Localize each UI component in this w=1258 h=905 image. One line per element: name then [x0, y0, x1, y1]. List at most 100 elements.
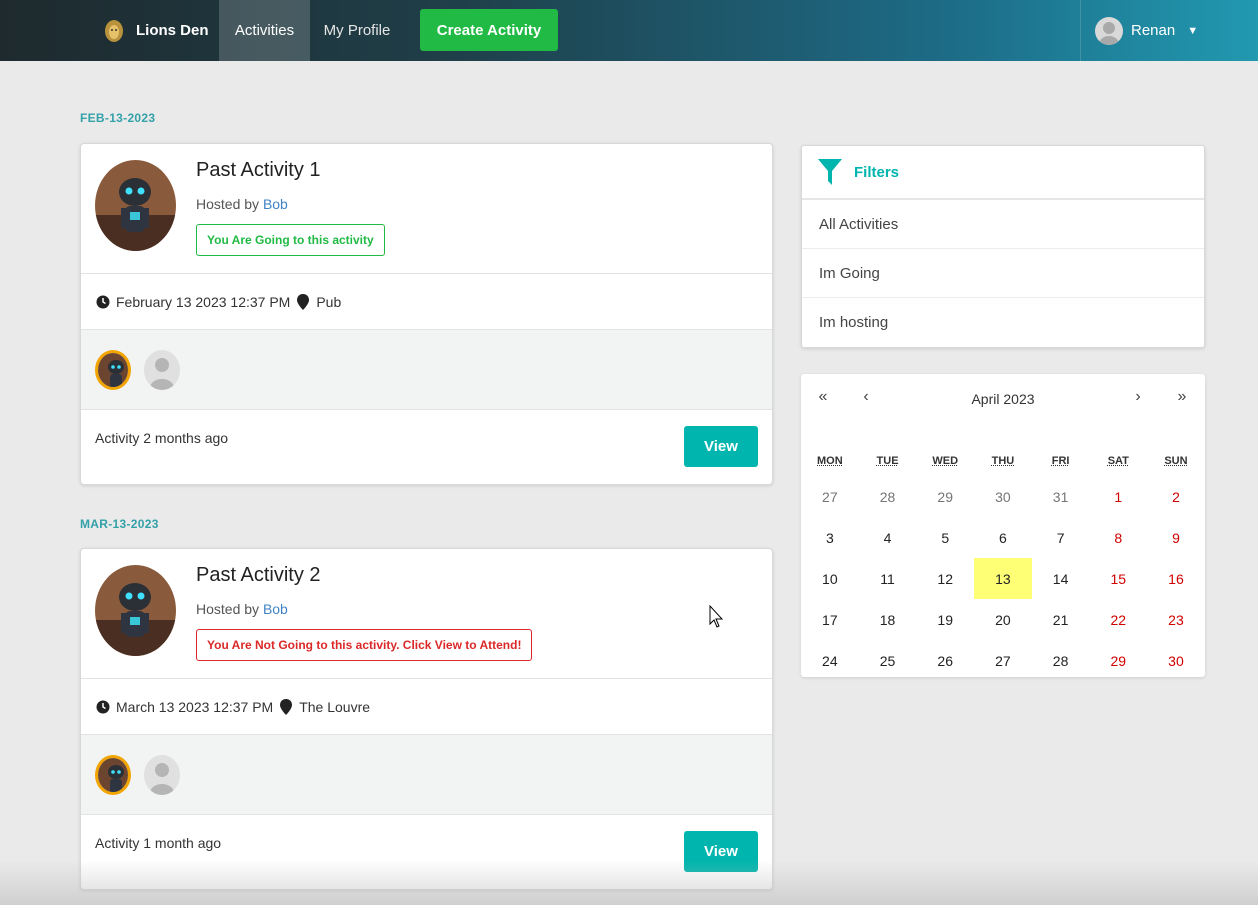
attendee-list: [81, 735, 772, 815]
calendar-day[interactable]: 20: [974, 599, 1032, 640]
filter-im-going[interactable]: Im Going: [802, 249, 1204, 298]
calendar-week: 10 11 12 13 14 15 16: [801, 558, 1205, 599]
calendar-day[interactable]: 13: [974, 558, 1032, 599]
activity-meta: March 13 2023 12:37 PM The Louvre: [81, 679, 772, 735]
weekday-label: FRI: [1051, 455, 1070, 467]
hosted-by-label: Hosted by: [196, 601, 260, 617]
activity-datetime: March 13 2023 12:37 PM: [116, 698, 274, 715]
nav-my-profile[interactable]: My Profile: [310, 0, 404, 61]
calendar-day[interactable]: 27: [801, 476, 859, 517]
calendar-day[interactable]: 2: [1147, 476, 1205, 517]
date-header: FEB-13-2023: [80, 111, 156, 125]
calendar-day[interactable]: 28: [859, 476, 917, 517]
status-badge: You Are Going to this activity: [196, 224, 385, 256]
filter-im-hosting[interactable]: Im hosting: [802, 298, 1204, 347]
brand-link[interactable]: Lions Den: [100, 0, 219, 61]
filters-title: Filters: [854, 163, 900, 181]
calendar-day[interactable]: 8: [1089, 517, 1147, 558]
calendar-day[interactable]: 11: [859, 558, 917, 599]
activity-host-image[interactable]: [95, 565, 176, 656]
calendar-day[interactable]: 19: [916, 599, 974, 640]
activity-card: Past Activity 2 Hosted by Bob You Are No…: [80, 548, 773, 890]
robot-avatar-image: [95, 565, 176, 656]
calendar-week: 24 25 26 27 28 29 30: [801, 640, 1205, 681]
calendar-day[interactable]: 27: [974, 640, 1032, 681]
status-badge: You Are Not Going to this activity. Clic…: [196, 629, 533, 661]
calendar-day[interactable]: 26: [916, 640, 974, 681]
mouse-cursor-icon: [709, 605, 723, 628]
calendar-day[interactable]: 6: [974, 517, 1032, 558]
calendar-day[interactable]: 15: [1089, 558, 1147, 599]
calendar-day[interactable]: 3: [801, 517, 859, 558]
calendar-day[interactable]: 9: [1147, 517, 1205, 558]
user-menu[interactable]: Renan ▼: [1080, 0, 1200, 61]
calendar-day[interactable]: 10: [801, 558, 859, 599]
calendar-day[interactable]: 25: [859, 640, 917, 681]
weekday-label: SAT: [1107, 455, 1129, 467]
weekday-label: THU: [991, 455, 1015, 467]
activity-meta: February 13 2023 12:37 PM Pub: [81, 274, 772, 330]
lion-logo-icon: [105, 19, 123, 42]
calendar-day[interactable]: 24: [801, 640, 859, 681]
calendar-day[interactable]: 1: [1089, 476, 1147, 517]
activity-host-image[interactable]: [95, 160, 176, 251]
calendar-day[interactable]: 21: [1032, 599, 1090, 640]
calendar-day[interactable]: 30: [974, 476, 1032, 517]
filters-header: Filters: [802, 146, 1204, 200]
calendar-day[interactable]: 14: [1032, 558, 1090, 599]
calendar-day[interactable]: 16: [1147, 558, 1205, 599]
attendee-avatar[interactable]: [144, 350, 180, 390]
card-footer: Activity 2 months ago View: [81, 410, 772, 484]
card-footer: Activity 1 month ago View: [81, 815, 772, 889]
calendar-day[interactable]: 30: [1147, 640, 1205, 681]
calendar-day[interactable]: 18: [859, 599, 917, 640]
robot-attendee-image: [98, 353, 128, 387]
filter-icon: [818, 159, 842, 185]
attendee-avatar[interactable]: [95, 755, 131, 795]
robot-avatar-image: [95, 160, 176, 251]
activity-title[interactable]: Past Activity 2: [196, 564, 321, 587]
calendar-day[interactable]: 29: [1089, 640, 1147, 681]
calendar-day[interactable]: 4: [859, 517, 917, 558]
activity-datetime: February 13 2023 12:37 PM: [116, 293, 291, 310]
filter-all-activities[interactable]: All Activities: [802, 200, 1204, 249]
robot-attendee-image: [98, 758, 128, 792]
caret-down-icon: ▼: [1187, 24, 1199, 37]
host-link[interactable]: Bob: [263, 601, 288, 617]
clock-icon: [96, 700, 110, 713]
view-button[interactable]: View: [684, 426, 758, 467]
calendar-day[interactable]: 5: [916, 517, 974, 558]
next-year-button[interactable]: »: [1172, 388, 1192, 406]
top-navbar: Lions Den Activities My Profile Create A…: [0, 0, 1258, 61]
calendar-week: 27 28 29 30 31 1 2: [801, 476, 1205, 517]
map-marker-icon: [297, 293, 310, 310]
filters-menu: Filters All Activities Im Going Im hosti…: [801, 145, 1205, 348]
user-silhouette-icon: [150, 763, 174, 795]
nav-activities[interactable]: Activities: [219, 0, 310, 61]
calendar-day[interactable]: 28: [1032, 640, 1090, 681]
date-header: MAR-13-2023: [80, 517, 159, 531]
weekday-label: WED: [932, 455, 959, 467]
attendee-avatar[interactable]: [144, 755, 180, 795]
calendar-week: 17 18 19 20 21 22 23: [801, 599, 1205, 640]
view-button[interactable]: View: [684, 831, 758, 872]
calendar-day[interactable]: 31: [1032, 476, 1090, 517]
activity-age: Activity 1 month ago: [95, 835, 222, 851]
activity-venue: The Louvre: [299, 698, 371, 715]
attendee-avatar[interactable]: [95, 350, 131, 390]
host-link[interactable]: Bob: [263, 196, 288, 212]
calendar-day[interactable]: 12: [916, 558, 974, 599]
calendar-day[interactable]: 23: [1147, 599, 1205, 640]
user-name: Renan: [1131, 22, 1176, 39]
weekday-label: MON: [817, 455, 843, 467]
next-month-button[interactable]: ›: [1128, 388, 1148, 406]
hosted-by-label: Hosted by: [196, 196, 260, 212]
user-silhouette-icon: [150, 358, 174, 390]
activity-title[interactable]: Past Activity 1: [196, 159, 321, 182]
create-activity-button[interactable]: Create Activity: [420, 9, 558, 51]
calendar-day[interactable]: 17: [801, 599, 859, 640]
calendar-day[interactable]: 29: [916, 476, 974, 517]
attendee-list: [81, 330, 772, 410]
calendar-day[interactable]: 7: [1032, 517, 1090, 558]
calendar-day[interactable]: 22: [1089, 599, 1147, 640]
